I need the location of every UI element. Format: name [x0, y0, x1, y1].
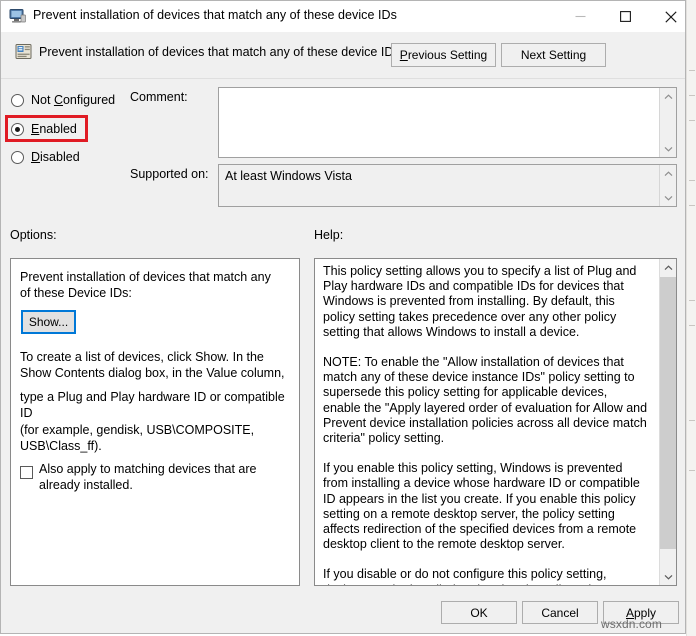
scroll-down-icon[interactable]: [660, 189, 677, 206]
supported-on-field: At least Windows Vista: [218, 164, 677, 207]
title-bar: Prevent installation of devices that mat…: [1, 1, 685, 32]
radio-disabled[interactable]: Disabled: [11, 148, 80, 166]
radio-not-configured-label: Not Configured: [31, 93, 116, 107]
ok-button[interactable]: OK: [441, 601, 517, 624]
close-button[interactable]: [648, 1, 685, 32]
options-panel: Prevent installation of devices that mat…: [10, 258, 300, 586]
scroll-up-icon[interactable]: [660, 165, 677, 182]
help-paragraph: This policy setting allows you to specif…: [323, 264, 637, 339]
minimize-button[interactable]: [558, 1, 603, 32]
supported-on-value: At least Windows Vista: [225, 169, 352, 183]
close-icon: [664, 10, 677, 23]
window-title: Prevent installation of devices that mat…: [33, 8, 397, 22]
policy-setting-icon: [15, 43, 32, 60]
radio-enabled[interactable]: Enabled: [11, 120, 77, 138]
help-paragraph: If you enable this policy setting, Windo…: [323, 461, 640, 552]
already-installed-checkbox-label[interactable]: Also apply to matching devices that are …: [39, 461, 291, 493]
next-setting-button[interactable]: Next Setting: [501, 43, 606, 67]
radio-indicator: [11, 122, 24, 136]
radio-enabled-label: Enabled: [31, 122, 77, 136]
comment-label: Comment:: [130, 90, 188, 104]
radio-indicator: [11, 93, 24, 107]
help-paragraph: NOTE: To enable the "Allow installation …: [323, 355, 648, 446]
options-instruction-1: To create a list of devices, click Show.…: [20, 350, 285, 380]
help-scroll-thumb[interactable]: [660, 277, 676, 549]
options-section-label: Options:: [10, 228, 57, 242]
policy-setting-dialog: Prevent installation of devices that mat…: [0, 0, 686, 634]
computer-monitor-icon: [9, 8, 26, 24]
radio-indicator: [11, 150, 24, 164]
options-instruction-3: (for example, gendisk, USB\COMPOSITE, US…: [20, 423, 255, 453]
scroll-up-icon[interactable]: [660, 88, 677, 105]
scroll-down-icon[interactable]: [660, 140, 677, 157]
previous-setting-button[interactable]: Previous Setting: [391, 43, 496, 67]
setting-name: Prevent installation of devices that mat…: [39, 45, 400, 59]
help-panel: This policy setting allows you to specif…: [314, 258, 677, 586]
scroll-up-icon[interactable]: [660, 259, 676, 276]
setting-header: Prevent installation of devices that mat…: [1, 32, 685, 79]
help-section-label: Help:: [314, 228, 344, 242]
supported-on-scrollbar[interactable]: [659, 165, 676, 206]
maximize-icon: [620, 11, 631, 22]
radio-disabled-label: Disabled: [31, 150, 80, 164]
already-installed-checkbox[interactable]: [20, 466, 33, 479]
cancel-button[interactable]: Cancel: [522, 601, 598, 624]
watermark: wsxdn.com: [601, 617, 662, 631]
scroll-down-icon[interactable]: [660, 568, 676, 585]
supported-on-label: Supported on:: [130, 167, 209, 181]
show-button[interactable]: Show...: [21, 310, 76, 334]
comment-input[interactable]: [218, 87, 677, 158]
background-window-edge: [686, 0, 696, 636]
options-instruction-2: type a Plug and Play hardware ID or comp…: [20, 390, 285, 420]
help-paragraph: If you disable or do not configure this …: [323, 567, 607, 585]
help-text: This policy setting allows you to specif…: [323, 264, 648, 585]
comment-scrollbar[interactable]: [659, 88, 676, 157]
maximize-button[interactable]: [603, 1, 648, 32]
minimize-icon: [575, 11, 586, 22]
options-heading: Prevent installation of devices that mat…: [20, 270, 271, 300]
help-scrollbar[interactable]: [659, 259, 676, 585]
radio-not-configured[interactable]: Not Configured: [11, 91, 115, 109]
